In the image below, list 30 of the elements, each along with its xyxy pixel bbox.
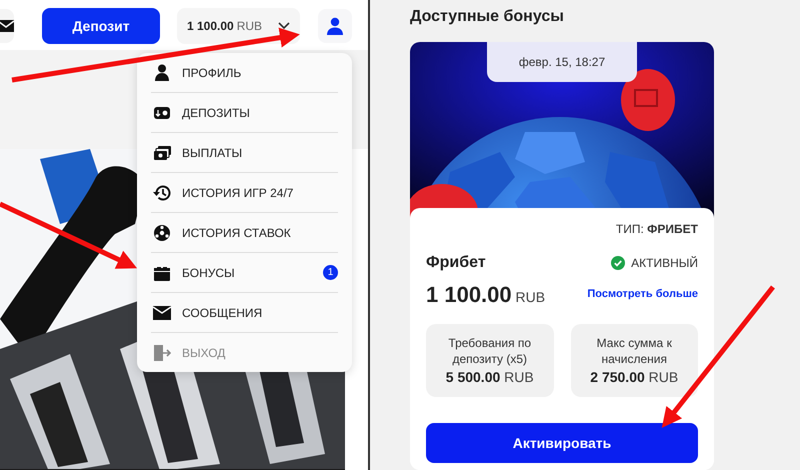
banknotes-icon: [153, 144, 171, 162]
person-icon: [326, 16, 344, 35]
person-icon: [153, 64, 171, 82]
menu-item[interactable]: ИСТОРИЯ СТАВОК: [151, 213, 338, 253]
exit-icon: [153, 344, 171, 362]
stat-label: Требования по депозиту (x5): [447, 336, 532, 368]
stat-value: 2 750.00 RUB: [589, 369, 680, 386]
bonus-type: ТИП: ФРИБЕТ: [616, 222, 698, 236]
menu-item[interactable]: БОНУСЫ 1: [151, 253, 338, 293]
user-button[interactable]: [318, 8, 352, 43]
menu-item[interactable]: СООБЩЕНИЯ: [151, 293, 338, 333]
count-badge: 1: [323, 265, 338, 280]
menu-item[interactable]: ВЫПЛАТЫ: [151, 133, 338, 173]
menu-item[interactable]: ДЕПОЗИТЫ: [151, 93, 338, 133]
stat-value: 5 500.00 RUB: [444, 369, 535, 386]
menu-item[interactable]: ИСТОРИЯ ИГР 24/7: [151, 173, 338, 213]
activate-button[interactable]: Активировать: [426, 423, 698, 464]
clock-history-icon: [153, 184, 171, 202]
deposit-button[interactable]: Депозит: [42, 8, 160, 44]
menu-item[interactable]: ПРОФИЛЬ: [151, 53, 338, 93]
stat-label: Макс сумма к начисления: [596, 336, 673, 368]
chevron-down-icon: [278, 22, 290, 30]
more-link[interactable]: Посмотреть больше: [587, 288, 698, 300]
balance-dropdown[interactable]: 1 100.00 RUB: [177, 8, 300, 44]
section-title: Доступные бонусы: [410, 8, 565, 26]
status-label: АКТИВНЫЙ: [631, 256, 698, 270]
bonus-name: Фрибет: [426, 254, 486, 272]
envelope-icon: [153, 304, 171, 322]
bonus-amount: 1 100.00 RUB: [426, 282, 546, 308]
ball-icon: [153, 224, 171, 242]
